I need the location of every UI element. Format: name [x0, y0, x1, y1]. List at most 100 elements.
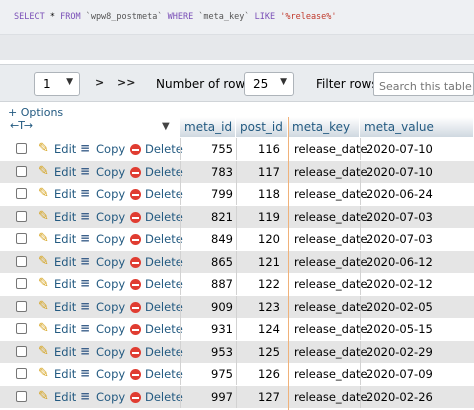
pencil-icon[interactable]: ✎ [38, 231, 49, 246]
copy-icon[interactable]: ≡ [80, 231, 90, 245]
cell-meta-id[interactable]: 755 [180, 142, 236, 156]
delete-icon[interactable] [130, 211, 141, 223]
edit-link[interactable]: Edit [54, 255, 76, 269]
copy-link[interactable]: Copy [96, 142, 125, 156]
pencil-icon[interactable]: ✎ [38, 141, 49, 156]
delete-link[interactable]: Delete [145, 345, 183, 359]
row-checkbox[interactable] [16, 278, 27, 289]
cell-post-id[interactable]: 126 [236, 367, 288, 381]
cell-meta-id[interactable]: 887 [180, 277, 236, 291]
pencil-icon[interactable]: ✎ [38, 321, 49, 336]
rows-select[interactable]: 25 ▼ [244, 72, 294, 96]
cell-meta-value[interactable]: 2020-02-05 [360, 300, 474, 314]
edit-link[interactable]: Edit [54, 165, 76, 179]
delete-link[interactable]: Delete [145, 210, 183, 224]
delete-icon[interactable] [130, 144, 141, 155]
edit-link[interactable]: Edit [54, 210, 76, 224]
pencil-icon[interactable]: ✎ [38, 209, 49, 224]
cell-meta-value[interactable]: 2020-06-24 [360, 187, 474, 201]
delete-link[interactable]: Delete [145, 300, 183, 314]
column-header-meta-key[interactable]: meta_key [288, 117, 360, 137]
column-header-meta-value[interactable]: meta_value [360, 117, 474, 137]
row-checkbox[interactable] [16, 188, 27, 199]
pencil-icon[interactable]: ✎ [38, 299, 49, 314]
row-checkbox[interactable] [16, 390, 27, 402]
cell-meta-key[interactable]: release_date [288, 390, 368, 404]
copy-link[interactable]: Copy [96, 232, 125, 246]
cell-meta-value[interactable]: 2020-05-15 [360, 322, 474, 336]
cell-meta-value[interactable]: 2020-07-10 [360, 142, 474, 156]
cell-meta-key[interactable]: release_date [288, 210, 368, 224]
cell-meta-value[interactable]: 2020-07-03 [360, 210, 474, 224]
delete-link[interactable]: Delete [145, 232, 183, 246]
cell-meta-value[interactable]: 2020-02-26 [360, 390, 474, 404]
cell-meta-key[interactable]: release_date [288, 322, 368, 336]
copy-link[interactable]: Copy [96, 255, 125, 269]
delete-icon[interactable] [130, 369, 141, 380]
row-checkbox[interactable] [16, 300, 27, 312]
cell-meta-id[interactable]: 865 [180, 255, 236, 269]
cell-meta-key[interactable]: release_date [288, 232, 368, 246]
edit-link[interactable]: Edit [54, 390, 76, 404]
copy-icon[interactable]: ≡ [80, 321, 90, 335]
edit-link[interactable]: Edit [54, 367, 76, 381]
pencil-icon[interactable]: ✎ [38, 344, 49, 359]
row-checkbox[interactable] [16, 255, 27, 267]
edit-link[interactable]: Edit [54, 300, 76, 314]
cell-post-id[interactable]: 116 [236, 142, 288, 156]
copy-link[interactable]: Copy [96, 300, 125, 314]
delete-icon[interactable] [130, 346, 141, 358]
row-checkbox[interactable] [16, 323, 27, 334]
sort-down-icon[interactable]: ▼ [162, 121, 170, 132]
cell-meta-id[interactable]: 821 [180, 210, 236, 224]
cell-post-id[interactable]: 127 [236, 390, 288, 404]
delete-icon[interactable] [130, 256, 141, 268]
cell-meta-value[interactable]: 2020-07-03 [360, 232, 474, 246]
pencil-icon[interactable]: ✎ [38, 164, 49, 179]
cell-post-id[interactable]: 120 [236, 232, 288, 246]
copy-icon[interactable]: ≡ [80, 299, 90, 313]
cell-meta-id[interactable]: 799 [180, 187, 236, 201]
delete-icon[interactable] [130, 324, 141, 335]
delete-icon[interactable] [130, 189, 141, 200]
copy-link[interactable]: Copy [96, 322, 125, 336]
next-page-button[interactable]: > [95, 76, 104, 89]
pencil-icon[interactable]: ✎ [38, 389, 49, 404]
cell-meta-key[interactable]: release_date [288, 345, 368, 359]
delete-link[interactable]: Delete [145, 277, 183, 291]
delete-icon[interactable] [130, 279, 141, 290]
row-checkbox[interactable] [16, 143, 27, 154]
column-header-meta-id[interactable]: meta_id [180, 117, 236, 137]
copy-link[interactable]: Copy [96, 187, 125, 201]
copy-link[interactable]: Copy [96, 165, 125, 179]
delete-icon[interactable] [130, 234, 141, 245]
delete-icon[interactable] [130, 391, 141, 403]
copy-icon[interactable]: ≡ [80, 164, 90, 178]
cell-meta-key[interactable]: release_date [288, 142, 368, 156]
cell-meta-value[interactable]: 2020-07-10 [360, 165, 474, 179]
page-select[interactable]: 1 ▼ [34, 72, 80, 96]
copy-icon[interactable]: ≡ [80, 186, 90, 200]
row-checkbox[interactable] [16, 368, 27, 379]
delete-link[interactable]: Delete [145, 142, 183, 156]
delete-link[interactable]: Delete [145, 367, 183, 381]
copy-link[interactable]: Copy [96, 345, 125, 359]
edit-link[interactable]: Edit [54, 187, 76, 201]
cell-meta-id[interactable]: 909 [180, 300, 236, 314]
copy-icon[interactable]: ≡ [80, 254, 90, 268]
cell-post-id[interactable]: 122 [236, 277, 288, 291]
copy-icon[interactable]: ≡ [80, 141, 90, 155]
edit-link[interactable]: Edit [54, 322, 76, 336]
cell-meta-key[interactable]: release_date [288, 165, 368, 179]
pencil-icon[interactable]: ✎ [38, 254, 49, 269]
edit-link[interactable]: Edit [54, 277, 76, 291]
row-checkbox[interactable] [16, 233, 27, 244]
cell-meta-id[interactable]: 849 [180, 232, 236, 246]
delete-icon[interactable] [130, 166, 141, 178]
edit-link[interactable]: Edit [54, 232, 76, 246]
edit-link[interactable]: Edit [54, 142, 76, 156]
pencil-icon[interactable]: ✎ [38, 186, 49, 201]
cell-meta-value[interactable]: 2020-06-12 [360, 255, 474, 269]
cell-meta-key[interactable]: release_date [288, 187, 368, 201]
pencil-icon[interactable]: ✎ [38, 366, 49, 381]
